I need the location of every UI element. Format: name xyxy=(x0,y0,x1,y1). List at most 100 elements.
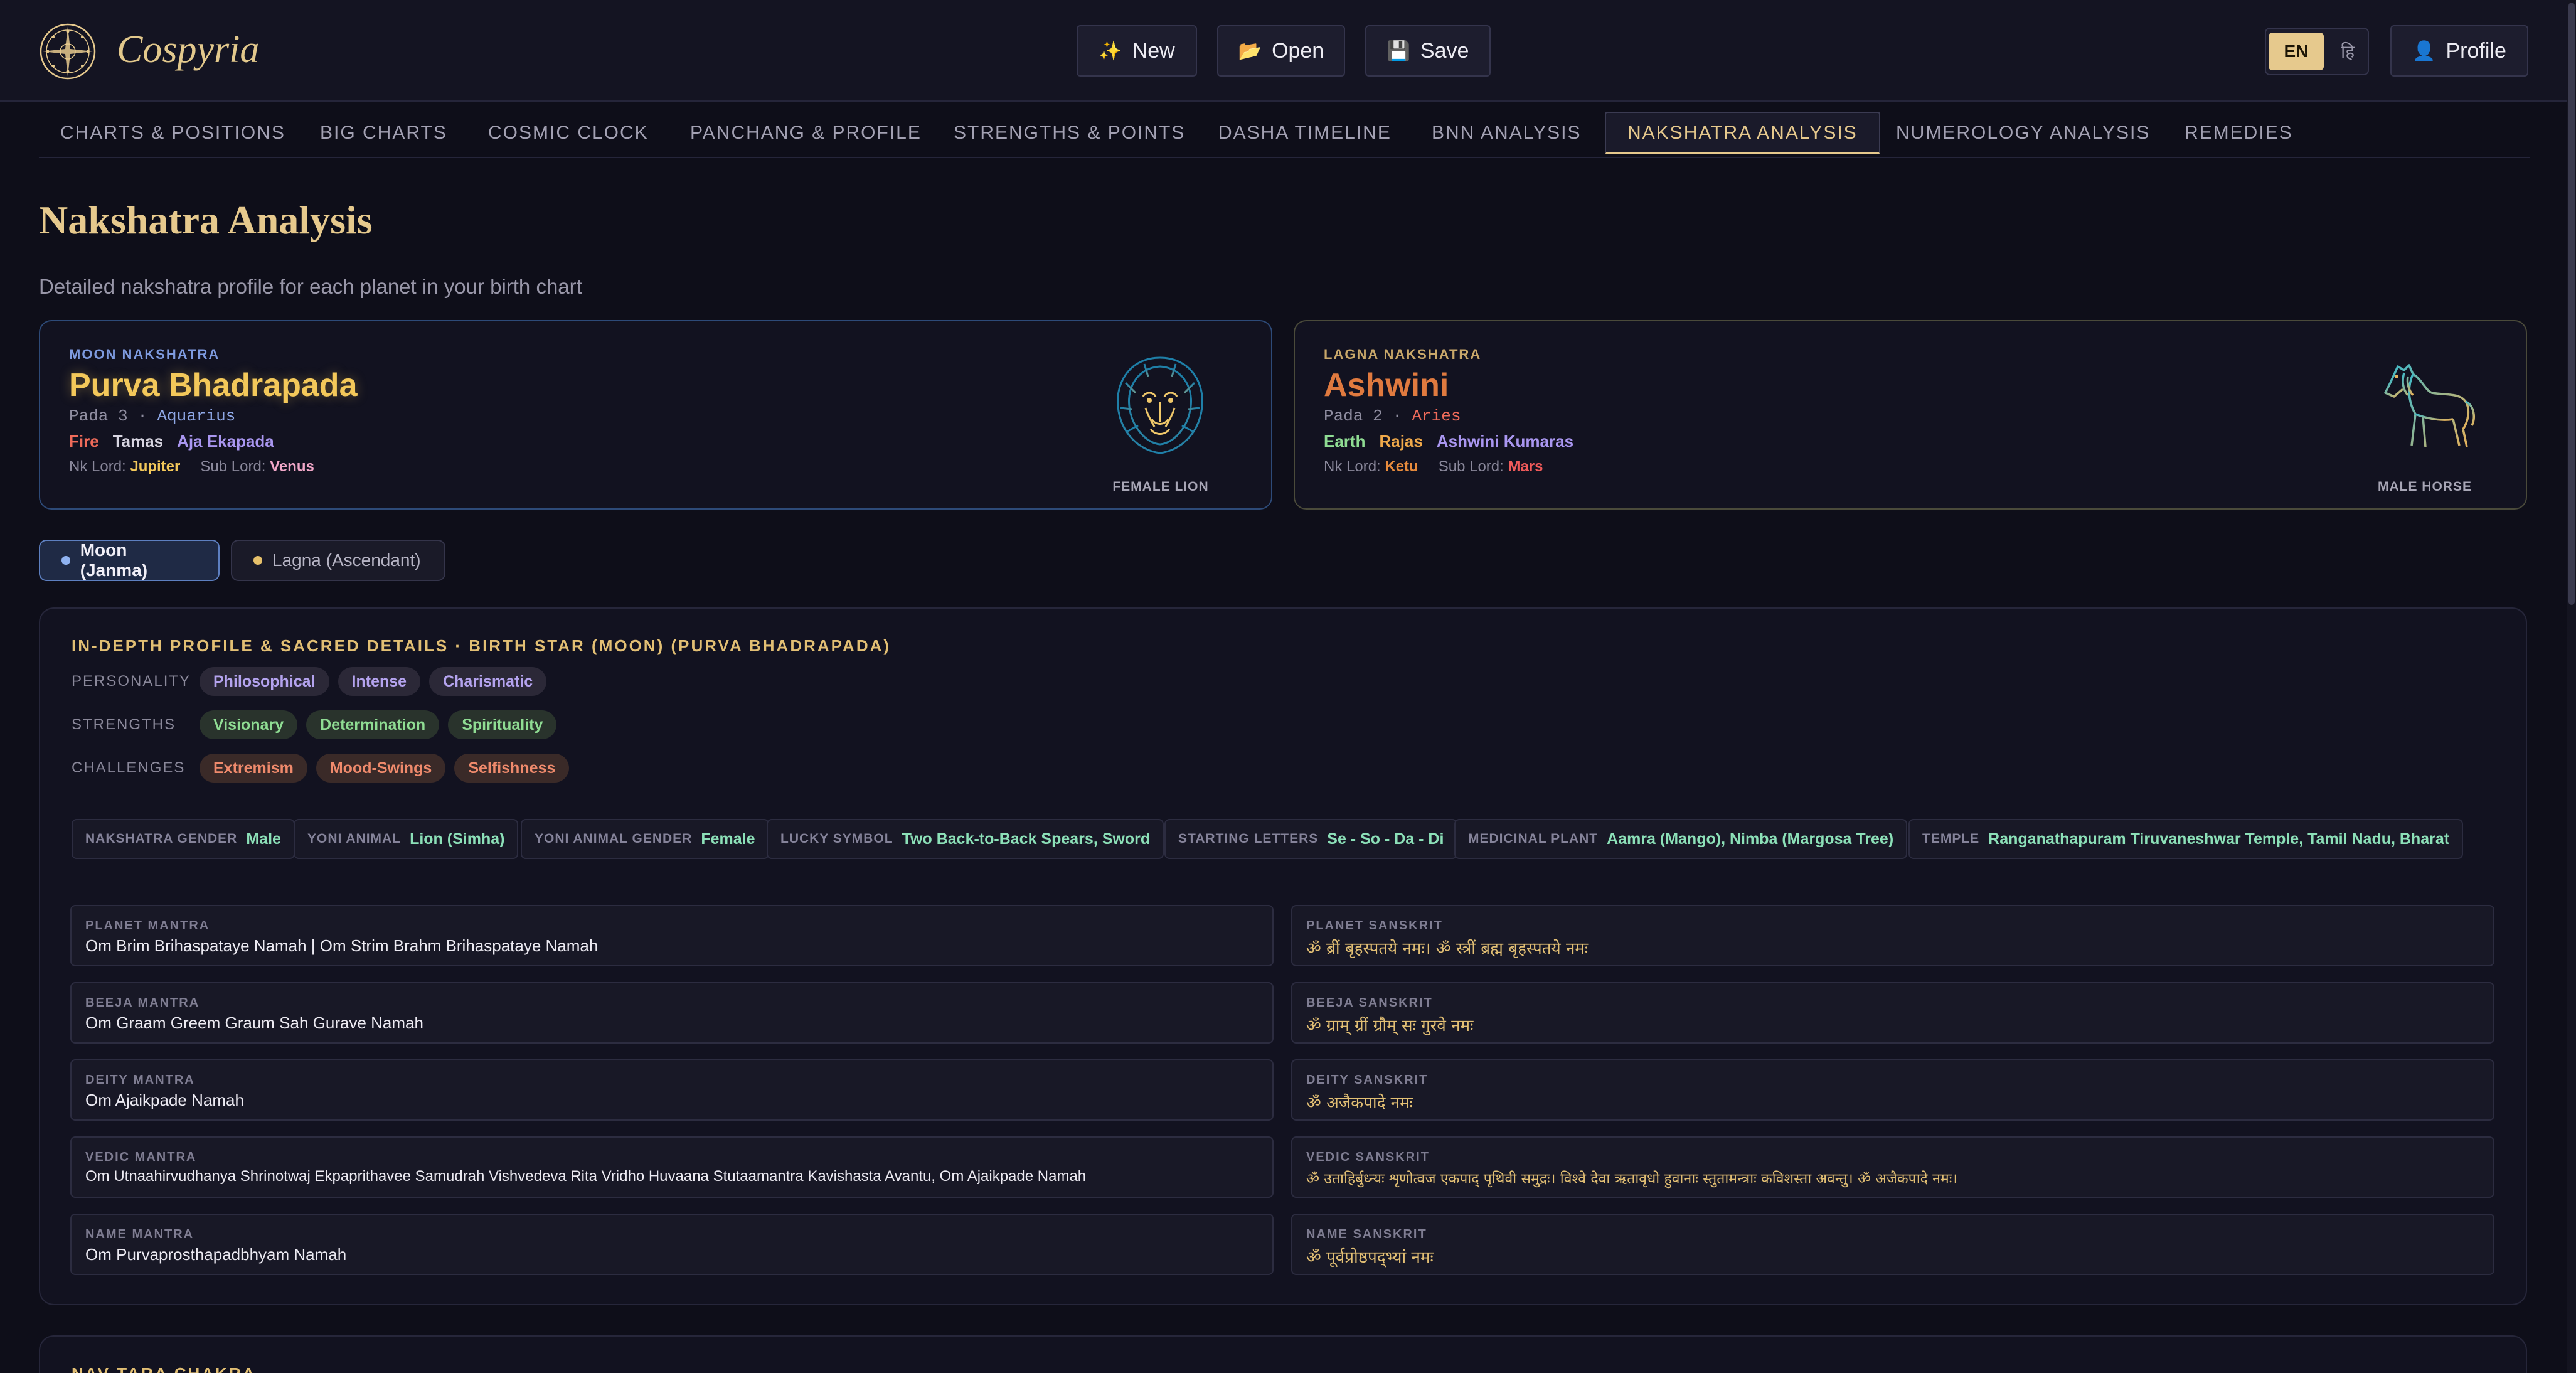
tab-remedies[interactable]: REMEDIES xyxy=(2163,112,2314,154)
beeja-sanskrit-box: BEEJA SANSKRIT ॐ ग्राम् ग्रीं ग्रौम् सः … xyxy=(1291,982,2494,1044)
fact-lucky-symbol: LUCKY SYMBOL Two Back-to-Back Spears, Sw… xyxy=(767,819,1164,859)
personality-tag: Philosophical xyxy=(200,667,329,696)
toggle-moon-janma[interactable]: Moon (Janma) xyxy=(39,540,220,581)
tab-panchang-profile[interactable]: PANCHANG & PROFILE xyxy=(669,112,943,154)
fact-label: LUCKY SYMBOL xyxy=(780,831,893,846)
personality-tag: Charismatic xyxy=(429,667,547,696)
moon-nakshatra-card: MOON NAKSHATRA Purva Bhadrapada Pada 3 ·… xyxy=(39,320,1272,510)
sanskrit-text: ॐ पूर्वप्रोष्ठपद्भ्यां नमः xyxy=(1306,1248,1434,1267)
fact-value: Se - So - Da - Di xyxy=(1327,830,1444,848)
tab-dasha-timeline[interactable]: DASHA TIMELINE xyxy=(1197,112,1413,154)
fact-value: Two Back-to-Back Spears, Sword xyxy=(902,830,1151,848)
lagna-dot-icon xyxy=(253,556,262,565)
language-hi-button[interactable]: हि xyxy=(2329,33,2366,70)
main-tabs: CHARTS & POSITIONS BIG CHARTS COSMIC CLO… xyxy=(39,102,2530,158)
fact-starting-letters: STARTING LETTERS Se - So - Da - Di xyxy=(1164,819,1458,859)
sanskrit-text: ॐ उताहिर्बुध्न्यः शृणोत्वज एकपाद् पृथिवी… xyxy=(1306,1171,1958,1187)
sanskrit-text: ॐ अजैकपादे नमः xyxy=(1306,1094,1413,1113)
folder-icon: 📂 xyxy=(1238,40,1262,61)
page-subtitle: Detailed nakshatra profile for each plan… xyxy=(39,275,582,298)
lagna-nk-lord-label: Nk Lord: xyxy=(1324,458,1381,475)
vedic-sanskrit-box: VEDIC SANSKRIT ॐ उताहिर्बुध्न्यः शृणोत्व… xyxy=(1291,1136,2494,1198)
moon-sign: Aquarius xyxy=(157,407,236,425)
moon-nk-lord: Nk Lord: Jupiter xyxy=(69,458,180,476)
sanskrit-label: VEDIC SANSKRIT xyxy=(1306,1150,1430,1164)
sanskrit-label: BEEJA SANSKRIT xyxy=(1306,996,1433,1010)
moon-separator: · xyxy=(137,407,147,425)
fact-value: Male xyxy=(246,830,281,848)
save-button-label: Save xyxy=(1420,38,1469,63)
mantra-text: Om Utnaahirvudhanya Shrinotwaj Ekpaprith… xyxy=(85,1168,1087,1185)
toggle-moon-label: Moon (Janma) xyxy=(80,540,148,580)
lagna-nakshatra-name: Ashwini xyxy=(1324,367,1449,403)
open-button[interactable]: 📂 Open xyxy=(1217,25,1345,77)
tab-charts-positions[interactable]: CHARTS & POSITIONS xyxy=(39,112,307,154)
moon-guna: Tamas xyxy=(112,432,164,451)
fact-yoni-animal: YONI ANIMAL Lion (Simha) xyxy=(294,819,519,859)
moon-nakshatra-name: Purva Bhadrapada xyxy=(69,367,358,403)
sanskrit-text: ॐ ग्राम् ग्रीं ग्रौम् सः गुरवे नमः xyxy=(1306,1017,1474,1035)
mantra-text: Om Brim Brihaspataye Namah | Om Strim Br… xyxy=(85,936,599,955)
lagna-pada-line: Pada 2 · Aries xyxy=(1324,407,1461,425)
fact-value: Aamra (Mango), Nimba (Margosa Tree) xyxy=(1607,830,1894,848)
strengths-row: STRENGTHS Visionary Determination Spirit… xyxy=(72,710,565,740)
tab-bnn-analysis[interactable]: BNN ANALYSIS xyxy=(1410,112,1603,154)
mantra-label: PLANET MANTRA xyxy=(85,919,210,932)
planet-mantra-box: PLANET MANTRA Om Brim Brihaspataye Namah… xyxy=(70,905,1274,966)
nav-tara-title: NAV TARA CHAKRA xyxy=(72,1364,256,1373)
top-bar: Cospyria ✨ New 📂 Open 💾 Save EN हि 👤 Pro… xyxy=(0,0,2576,102)
language-en-button[interactable]: EN xyxy=(2269,33,2324,70)
tab-nakshatra-analysis[interactable]: NAKSHATRA ANALYSIS xyxy=(1605,112,1880,154)
fact-label: STARTING LETTERS xyxy=(1178,831,1319,846)
moon-card-kicker: MOON NAKSHATRA xyxy=(69,346,220,362)
mantra-label: NAME MANTRA xyxy=(85,1227,194,1241)
fact-label: YONI ANIMAL xyxy=(307,831,402,846)
mantra-text: Om Ajaikpade Namah xyxy=(85,1091,244,1109)
lagna-nk-lord: Nk Lord: Ketu xyxy=(1324,458,1418,476)
new-button[interactable]: ✨ New xyxy=(1077,25,1197,77)
moon-nk-lord-label: Nk Lord: xyxy=(69,458,126,475)
lagna-card-kicker: LAGNA NAKSHATRA xyxy=(1324,346,1482,362)
moon-sub-lord-label: Sub Lord: xyxy=(200,458,266,475)
challenge-tag: Extremism xyxy=(200,754,307,783)
sanskrit-label: DEITY SANSKRIT xyxy=(1306,1073,1429,1087)
lagna-element: Earth xyxy=(1324,432,1366,451)
open-button-label: Open xyxy=(1272,38,1324,63)
toggle-lagna-ascendant[interactable]: Lagna (Ascendant) xyxy=(231,540,445,581)
fact-value: Ranganathapuram Tiruvaneshwar Temple, Ta… xyxy=(1988,830,2450,848)
tab-strengths-points[interactable]: STRENGTHS & POINTS xyxy=(932,112,1206,154)
moon-sub-lord-value: Venus xyxy=(270,458,314,475)
lagna-yoni-animal-label: MALE HORSE xyxy=(2377,479,2472,494)
tab-numerology-analysis[interactable]: NUMEROLOGY ANALYSIS xyxy=(1875,112,2171,154)
profile-button[interactable]: 👤 Profile xyxy=(2390,25,2528,77)
page-title: Nakshatra Analysis xyxy=(39,198,373,242)
moon-deity: Aja Ekapada xyxy=(177,432,274,451)
lagna-sign: Aries xyxy=(1412,407,1461,425)
mantra-label: BEEJA MANTRA xyxy=(85,996,200,1010)
personality-label: PERSONALITY xyxy=(72,673,191,690)
lagna-deity: Ashwini Kumaras xyxy=(1436,432,1574,451)
fact-value: Female xyxy=(701,830,755,848)
fact-label: YONI ANIMAL GENDER xyxy=(535,831,693,846)
moon-element: Fire xyxy=(69,432,99,451)
scrollbar-thumb[interactable] xyxy=(2568,3,2575,605)
mantra-text: Om Purvaprosthapadbhyam Namah xyxy=(85,1245,347,1264)
fact-label: MEDICINAL PLANT xyxy=(1468,831,1599,846)
fact-label: TEMPLE xyxy=(1922,831,1980,846)
fact-value: Lion (Simha) xyxy=(410,830,505,848)
planet-sanskrit-box: PLANET SANSKRIT ॐ ब्रीं बृहस्पतये नमः। ॐ… xyxy=(1291,905,2494,966)
strength-tag: Visionary xyxy=(200,710,298,739)
tab-cosmic-clock[interactable]: COSMIC CLOCK xyxy=(467,112,670,154)
save-button[interactable]: 💾 Save xyxy=(1365,25,1491,77)
sanskrit-label: NAME SANSKRIT xyxy=(1306,1227,1427,1241)
deity-mantra-box: DEITY MANTRA Om Ajaikpade Namah xyxy=(70,1059,1274,1121)
vedic-mantra-box: VEDIC MANTRA Om Utnaahirvudhanya Shrinot… xyxy=(70,1136,1274,1198)
lagna-pada: Pada 2 xyxy=(1324,407,1383,425)
deity-sanskrit-box: DEITY SANSKRIT ॐ अजैकपादे नमः xyxy=(1291,1059,2494,1121)
moon-nk-lord-value: Jupiter xyxy=(130,458,181,475)
lagna-nakshatra-card: LAGNA NAKSHATRA Ashwini Pada 2 · Aries E… xyxy=(1294,320,2527,510)
mantra-text: Om Graam Greem Graum Sah Gurave Namah xyxy=(85,1013,423,1032)
moon-pada-line: Pada 3 · Aquarius xyxy=(69,407,235,425)
tab-big-charts[interactable]: BIG CHARTS xyxy=(299,112,469,154)
fact-label: NAKSHATRA GENDER xyxy=(85,831,238,846)
